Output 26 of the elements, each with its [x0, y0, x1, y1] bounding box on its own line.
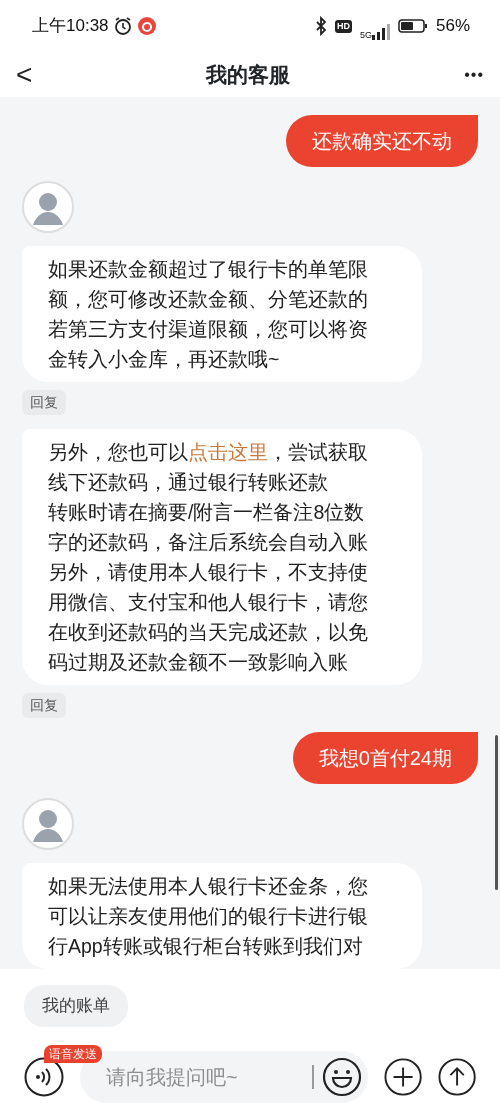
page-title: 我的客服: [206, 61, 291, 88]
network-type: 5G: [359, 30, 372, 40]
message-bubble: 另外，您也可以点击这里，尝试获取 线下还款码，通过银行转账还款 转账时请在摘要/附言一栏备注8位数 字的还款码，备注后系统会自动入账 另外，请使用本人银行卡，不支持使 用微信、支付宝和他人银行卡，请您 在收到还款码的当天完成还款，以免 码过期及还款金额不一致影响入账: [22, 429, 422, 685]
add-icon[interactable]: [383, 1056, 422, 1097]
quick-reply-button[interactable]: 我的账单: [24, 985, 128, 1027]
battery-icon: [397, 19, 428, 33]
hd-badge: HD: [334, 19, 352, 33]
message-bubble: 如果还款金额超过了银行卡的单笔限 额，您可修改还款金额、分笔还款的 若第三方支付渠道限额，您可以将资 金转入小金库，再还款哦~: [22, 246, 422, 382]
app-notification-icon: [136, 16, 157, 36]
text-cursor: [311, 1064, 314, 1089]
bluetooth-icon: [314, 16, 327, 36]
reply-button[interactable]: 回复: [22, 390, 66, 415]
reply-button[interactable]: 回复: [22, 693, 66, 718]
clock-time: 上午10:38: [32, 15, 109, 38]
signal-icon: [371, 23, 390, 40]
input-field[interactable]: 请向我提问吧~: [104, 1060, 294, 1093]
battery-percent: 56%: [435, 15, 470, 38]
voice-send-badge: 语音发送: [44, 1044, 102, 1063]
emoji-icon[interactable]: [321, 1056, 362, 1097]
message-bubble: 如果无法使用本人银行卡还金条，您 可以让亲友使用他们的银行卡进行银 行App转账或银行柜台转账到我们对: [22, 863, 422, 969]
more-button[interactable]: •••: [464, 62, 484, 87]
send-icon[interactable]: [437, 1056, 476, 1097]
alarm-clock-icon: [112, 16, 133, 36]
message-bubble: 还款确实还不动: [286, 115, 478, 167]
back-button[interactable]: <: [16, 60, 33, 89]
message-bubble: 我想0首付24期: [292, 732, 478, 784]
